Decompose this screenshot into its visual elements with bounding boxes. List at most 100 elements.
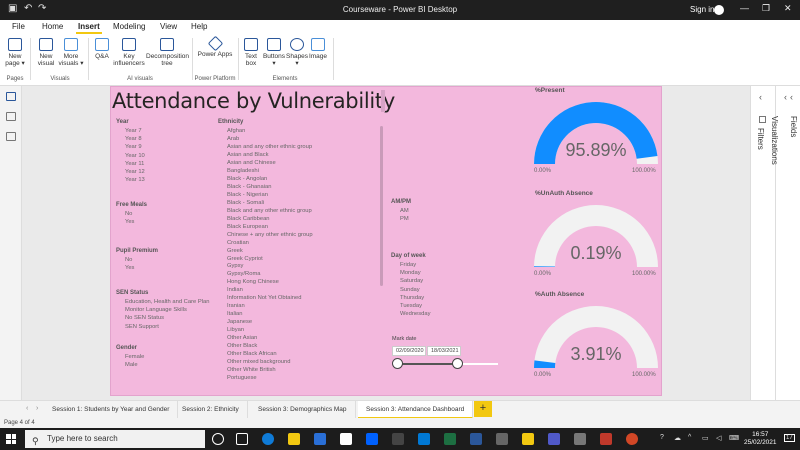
tab-insert[interactable]: Insert	[76, 22, 102, 34]
file-explorer-icon[interactable]	[288, 433, 300, 445]
slicer-item-year[interactable]: Year 11	[125, 161, 144, 167]
tray-overflow-icon[interactable]: ^	[688, 434, 691, 441]
new-visual-button[interactable]: New visual	[34, 38, 58, 67]
slicer-item-year[interactable]: Year 8	[125, 136, 142, 142]
collapse-filters-icon[interactable]: ‹	[759, 92, 762, 102]
slicer-item-day-of-week[interactable]: Tuesday	[400, 303, 422, 309]
slicer-item-ampm[interactable]: PM	[400, 216, 409, 222]
power-bi-icon[interactable]	[522, 433, 534, 445]
buttons-button[interactable]: Buttons ▾	[261, 38, 287, 67]
slicer-item-free-meals[interactable]: No	[125, 211, 132, 217]
powerpoint-icon[interactable]	[626, 433, 638, 445]
slicer-item-ethnicity[interactable]: Other Asian	[227, 335, 257, 341]
slicer-item-sen-status[interactable]: No SEN Status	[125, 315, 164, 321]
slicer-item-ethnicity[interactable]: Gypsy/Roma	[227, 271, 261, 277]
minimize-icon[interactable]: —	[740, 3, 749, 13]
slicer-item-day-of-week[interactable]: Thursday	[400, 295, 424, 301]
slicer-item-ethnicity[interactable]: Japanese	[227, 319, 252, 325]
more-visuals-button[interactable]: More visuals ▾	[58, 38, 84, 67]
tab-view[interactable]: View	[160, 22, 177, 31]
mark-date-end-handle[interactable]	[452, 358, 463, 369]
slicer-item-pupil-premium[interactable]: No	[125, 257, 132, 263]
image-button[interactable]: Image	[307, 38, 329, 60]
qa-button[interactable]: Q&A	[92, 38, 112, 60]
app-icon[interactable]	[600, 433, 612, 445]
ethnicity-scrollbar[interactable]	[380, 126, 383, 286]
app-icon[interactable]	[574, 433, 586, 445]
data-view-icon[interactable]	[6, 112, 16, 121]
slicer-item-ethnicity[interactable]: Italian	[227, 311, 242, 317]
collapse-visualizations-icon[interactable]: ‹	[784, 92, 787, 102]
page-tab-4[interactable]: Session 3: Attendance Dashboard	[358, 401, 474, 419]
slicer-item-year[interactable]: Year 13	[125, 177, 145, 183]
fields-label[interactable]: Fields	[789, 116, 798, 137]
page-tab-1[interactable]: Session 1: Students by Year and Gender	[44, 401, 179, 419]
slicer-item-free-meals[interactable]: Yes	[125, 219, 134, 225]
clock[interactable]: 16:57 25/02/2021	[744, 431, 777, 447]
slicer-item-ethnicity[interactable]: Afghan	[227, 128, 245, 134]
mark-date-start-handle[interactable]	[392, 358, 403, 369]
next-page-icon[interactable]: ›	[36, 405, 38, 412]
task-view-icon[interactable]	[236, 433, 248, 445]
slicer-item-sen-status[interactable]: Monitor Language Skills	[125, 307, 187, 313]
model-view-icon[interactable]	[6, 132, 16, 141]
slicer-item-ethnicity[interactable]: Hong Kong Chinese	[227, 279, 279, 285]
slicer-item-day-of-week[interactable]: Wednesday	[400, 311, 431, 317]
slicer-item-ethnicity[interactable]: Indian	[227, 287, 243, 293]
shapes-button[interactable]: Shapes ▾	[286, 38, 308, 67]
tab-file[interactable]: File	[12, 22, 25, 31]
text-box-button[interactable]: Text box	[241, 38, 261, 67]
slicer-item-year[interactable]: Year 12	[125, 169, 145, 175]
slicer-item-ethnicity[interactable]: Asian and any other ethnic group	[227, 144, 312, 150]
slicer-item-ethnicity[interactable]: Other Black	[227, 343, 257, 349]
windows-start-icon[interactable]	[6, 434, 16, 444]
mark-date-end-input[interactable]: 18/03/2021	[427, 346, 461, 356]
slicer-item-ethnicity[interactable]: Chinese + any other ethnic group	[227, 232, 313, 238]
slicer-item-ethnicity[interactable]: Black European	[227, 224, 268, 230]
store-icon[interactable]	[314, 433, 326, 445]
slicer-item-gender[interactable]: Female	[125, 354, 144, 360]
keyboard-icon[interactable]: ⌨	[729, 434, 739, 442]
cortana-icon[interactable]	[212, 433, 224, 445]
slicer-item-ampm[interactable]: AM	[400, 208, 409, 214]
slicer-item-ethnicity[interactable]: Greek	[227, 248, 243, 254]
page-tab-2[interactable]: Session 2: Ethnicity	[174, 401, 248, 419]
slicer-item-ethnicity[interactable]: Other White British	[227, 367, 276, 373]
slicer-item-day-of-week[interactable]: Saturday	[400, 278, 423, 284]
report-view-icon[interactable]	[6, 92, 16, 101]
volume-icon[interactable]: ◁	[716, 434, 721, 442]
help-icon[interactable]: ?	[660, 434, 664, 441]
slicer-item-ethnicity[interactable]: Asian and Chinese	[227, 160, 276, 166]
avatar[interactable]	[714, 5, 724, 15]
slicer-item-ethnicity[interactable]: Black - Nigerian	[227, 192, 268, 198]
edge-icon[interactable]	[262, 433, 274, 445]
excel-icon[interactable]	[444, 433, 456, 445]
slicer-item-ethnicity[interactable]: Asian and Black	[227, 152, 269, 158]
collapse-fields-icon[interactable]: ‹	[790, 92, 793, 102]
slicer-item-ethnicity[interactable]: Black - Angolan	[227, 176, 267, 182]
word-icon[interactable]	[470, 433, 482, 445]
decomposition-tree-button[interactable]: Decomposition tree	[146, 38, 189, 67]
amazon-icon[interactable]	[340, 433, 352, 445]
slicer-item-pupil-premium[interactable]: Yes	[125, 265, 134, 271]
mark-date-start-input[interactable]: 02/09/2020	[392, 346, 426, 356]
weather-icon[interactable]: ☁	[674, 434, 681, 442]
slicer-item-ethnicity[interactable]: Greek Cypriot	[227, 256, 263, 262]
slicer-item-ethnicity[interactable]: Arab	[227, 136, 239, 142]
taskbar-search-input[interactable]: ⚲ Type here to search	[25, 430, 205, 448]
slicer-item-year[interactable]: Year 9	[125, 144, 142, 150]
slicer-item-day-of-week[interactable]: Sunday	[400, 287, 420, 293]
tab-modeling[interactable]: Modeling	[113, 22, 145, 31]
visualizations-label[interactable]: Visualizations	[770, 116, 779, 165]
tab-home[interactable]: Home	[42, 22, 63, 31]
slicer-item-ethnicity[interactable]: Other Black African	[227, 351, 277, 357]
slicer-item-year[interactable]: Year 10	[125, 153, 145, 159]
slicer-item-sen-status[interactable]: SEN Support	[125, 324, 159, 330]
slicer-item-day-of-week[interactable]: Monday	[400, 270, 421, 276]
notification-badge[interactable]: 17	[784, 434, 795, 442]
key-influencers-button[interactable]: Key influencers	[112, 38, 146, 67]
network-icon[interactable]: ▭	[702, 434, 709, 442]
visualizations-fields-pane[interactable]: ‹ Visualizations ‹ Fields	[770, 86, 800, 400]
slicer-item-gender[interactable]: Male	[125, 362, 138, 368]
slicer-item-ethnicity[interactable]: Libyan	[227, 327, 244, 333]
